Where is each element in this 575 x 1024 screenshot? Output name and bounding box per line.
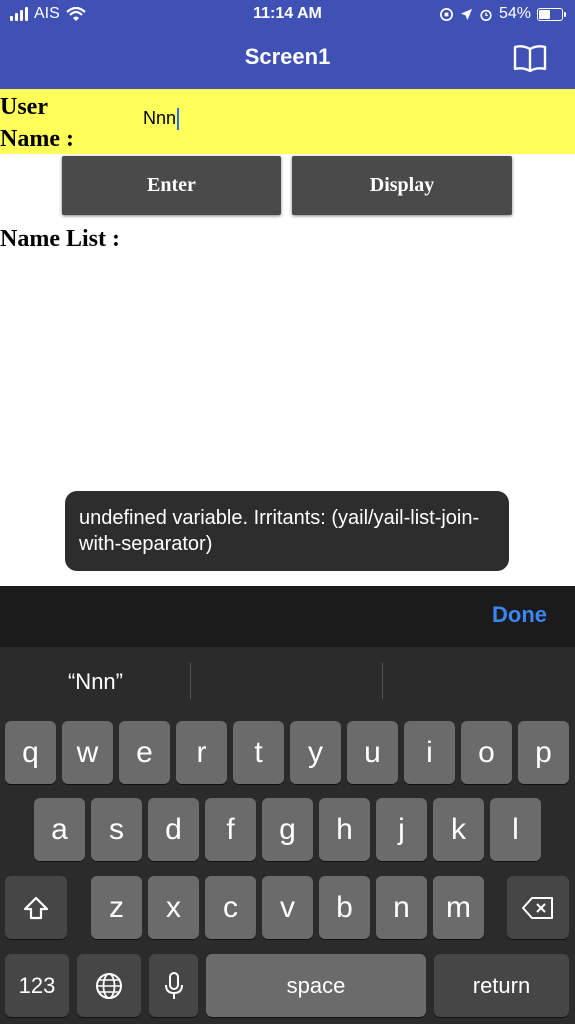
key-q[interactable]: q [5,721,56,784]
key-g[interactable]: g [262,798,313,861]
key-n[interactable]: n [376,876,427,939]
user-name-label: User Name : [0,94,74,152]
orientation-lock-icon [440,7,453,21]
backspace-icon [522,896,553,919]
suggestion-item[interactable]: “Nnn” [0,669,191,695]
key-l[interactable]: l [490,798,541,861]
user-name-value: Nnn [143,108,177,128]
key-d[interactable]: d [148,798,199,861]
key-o[interactable]: o [461,721,512,784]
user-name-row: User Name : Nnn [0,89,575,154]
screen-title: Screen1 [244,44,331,69]
done-button[interactable]: Done [492,602,547,628]
key-x[interactable]: x [148,876,199,939]
return-key[interactable]: return [434,954,569,1017]
key-z[interactable]: z [91,876,142,939]
user-name-input[interactable]: Nnn [143,108,180,131]
key-p[interactable]: p [518,721,569,784]
location-icon [460,8,473,20]
battery-percent: 54% [498,5,531,22]
key-m[interactable]: m [433,876,484,939]
name-list-label: Name List : [0,226,120,252]
numbers-key[interactable]: 123 [5,954,69,1017]
alarm-icon [480,9,492,21]
key-k[interactable]: k [433,798,484,861]
suggestion-divider [382,663,383,699]
space-key[interactable]: space [206,954,426,1017]
suggestion-divider [190,663,191,699]
key-j[interactable]: j [376,798,427,861]
key-a[interactable]: a [34,798,85,861]
key-u[interactable]: u [347,721,398,784]
key-w[interactable]: w [62,721,113,784]
key-b[interactable]: b [319,876,370,939]
key-f[interactable]: f [205,798,256,861]
key-v[interactable]: v [262,876,313,939]
title-bar: Screen1 [0,30,575,89]
globe-key[interactable] [77,954,141,1017]
key-i[interactable]: i [404,721,455,784]
key-h[interactable]: h [319,798,370,861]
microphone-icon [164,971,183,999]
key-s[interactable]: s [91,798,142,861]
globe-icon [96,972,122,999]
keyboard-accessory-bar: Done [0,586,575,647]
app-header: AIS 11:14 AM 54% Screen1 [0,0,575,89]
key-e[interactable]: e [119,721,170,784]
key-c[interactable]: c [205,876,256,939]
battery-level [539,9,550,19]
display-button[interactable]: Display [292,156,512,215]
shift-icon [23,896,49,919]
book-icon[interactable] [513,44,547,72]
status-right: 54% [439,5,566,23]
shift-key[interactable] [5,876,67,939]
microphone-key[interactable] [149,954,198,1017]
enter-button[interactable]: Enter [62,156,281,215]
error-toast: undefined variable. Irritants: (yail/yai… [65,491,509,571]
key-r[interactable]: r [176,721,227,784]
keyboard: “Nnn” q w e r t y u i o p a s d f g h j … [0,647,575,1024]
suggestion-bar: “Nnn” [0,647,575,719]
key-t[interactable]: t [233,721,284,784]
text-caret [177,108,180,131]
status-bar: AIS 11:14 AM 54% [0,0,575,30]
backspace-key[interactable] [507,876,569,939]
key-y[interactable]: y [290,721,341,784]
battery-icon [537,7,566,21]
